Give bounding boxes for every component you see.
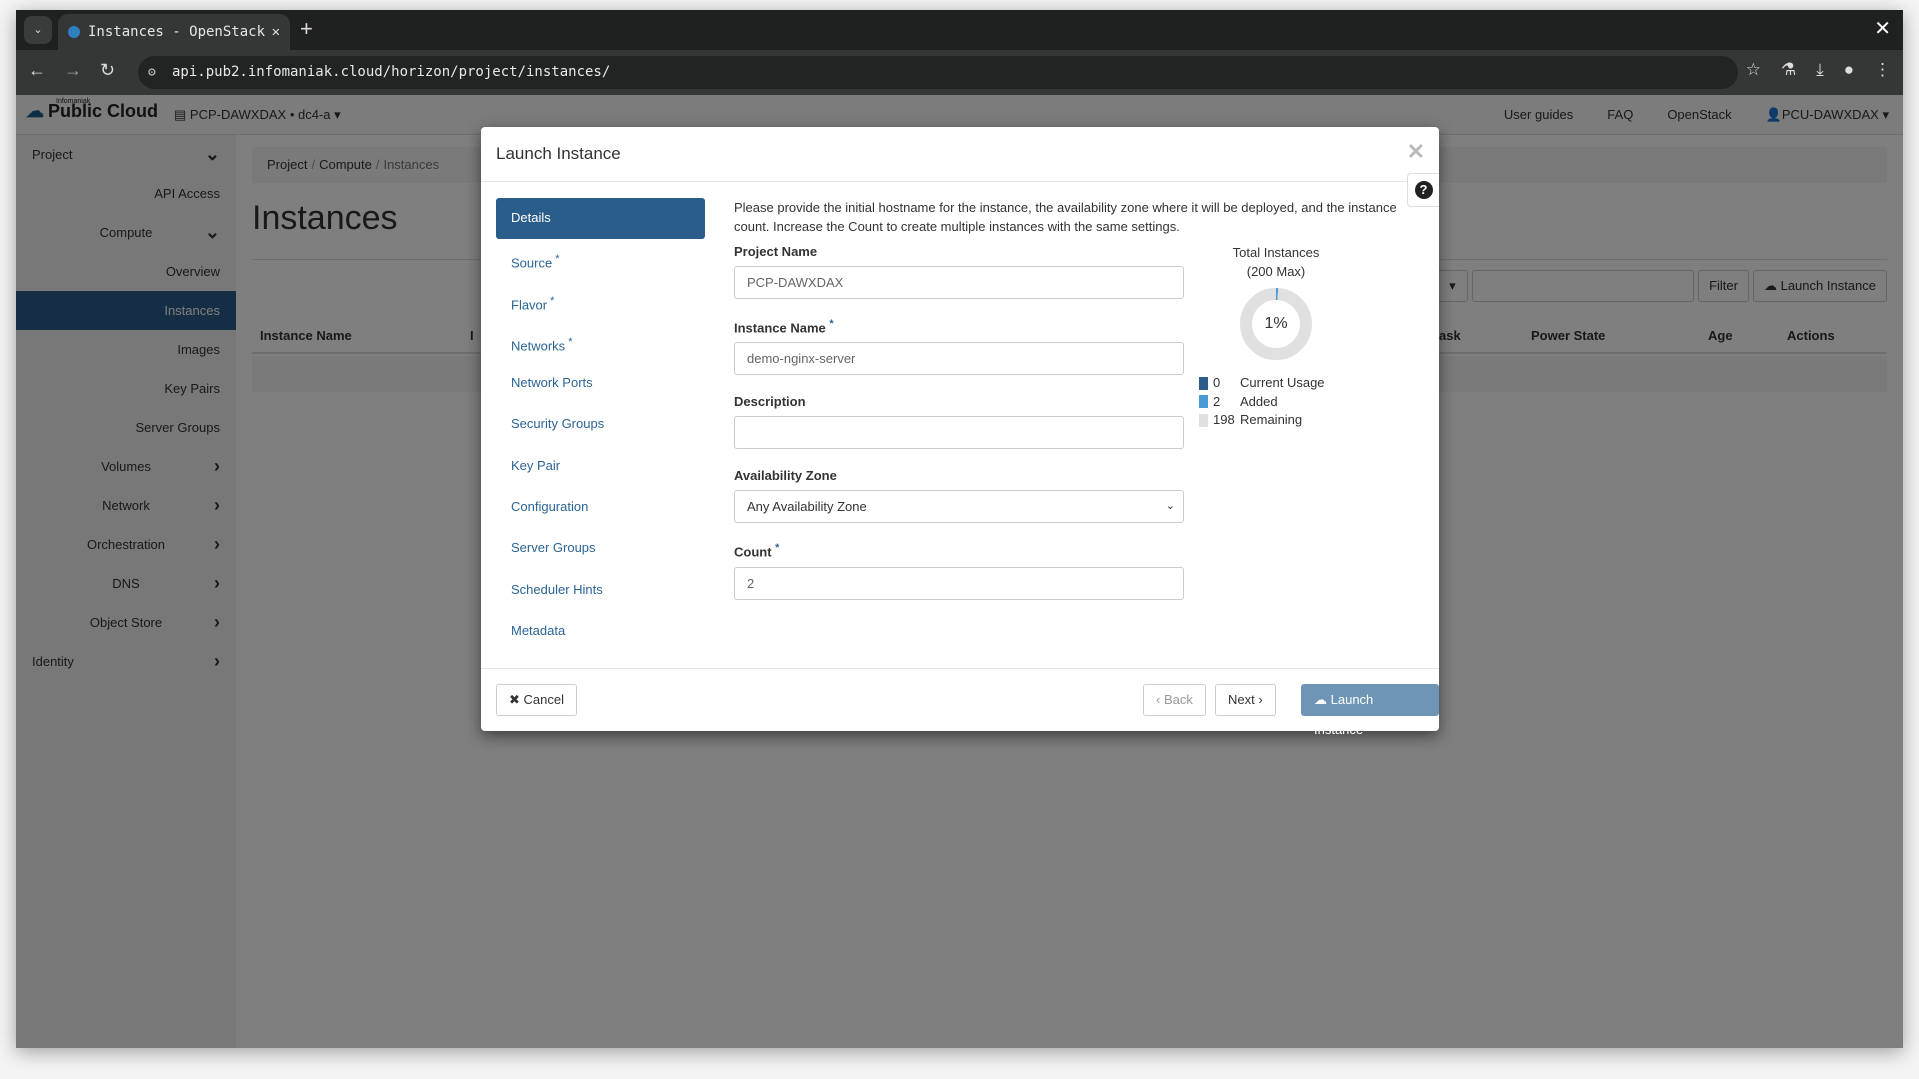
project-name-label: Project Name: [734, 244, 818, 259]
wizard-step-security-groups[interactable]: Security Groups: [496, 404, 705, 445]
quota-max: (200 Max): [1246, 264, 1306, 279]
required-icon: *: [565, 335, 573, 348]
close-window-button[interactable]: ✕: [1874, 16, 1891, 41]
project-name-field: PCP-DAWXDAX: [734, 266, 1184, 299]
availability-zone-label: Availability Zone: [734, 468, 837, 484]
quota-donut: 1%: [1240, 288, 1312, 360]
wizard-step-details[interactable]: Details: [496, 198, 705, 240]
wizard-step-networks[interactable]: Networks *: [496, 322, 705, 363]
back-icon[interactable]: ←: [28, 60, 46, 81]
count-input[interactable]: 2: [734, 566, 1184, 600]
step-label: Server Groups: [511, 540, 596, 556]
label-text: Instance Name: [734, 320, 826, 336]
step-label: Flavor: [511, 296, 548, 312]
step-label: Networks: [511, 338, 566, 354]
wizard-step-scheduler-hints[interactable]: Scheduler Hints: [496, 570, 705, 611]
next-button[interactable]: Next ›: [1215, 684, 1276, 716]
tab-search-button[interactable]: ⌄: [24, 16, 52, 44]
forward-icon[interactable]: →: [64, 60, 82, 81]
tab-title: Instances - OpenStack: [88, 24, 266, 40]
step-label: Key Pair: [511, 457, 561, 473]
favicon-icon: [68, 26, 80, 38]
close-tab-icon[interactable]: ✕: [272, 14, 280, 50]
url-text: api.pub2.infomaniak.cloud/horizon/projec…: [172, 64, 611, 80]
wizard-steps: Details Source * Flavor * Networks * Network…: [496, 198, 705, 652]
legend-label: Remaining: [1240, 412, 1303, 427]
address-bar-row: ← → ↻ ⚙ api.pub2.infomaniak.cloud/horizon…: [16, 50, 1903, 95]
step-label: Details: [511, 210, 551, 225]
star-icon[interactable]: ☆: [1746, 60, 1761, 80]
legend-label: Added: [1240, 393, 1278, 409]
modal-footer: ✖ Cancel ‹ Back Next › ☁ Launch Instance: [481, 668, 1439, 737]
count-label: Count *: [734, 542, 1184, 559]
legend-value: 0: [1213, 375, 1221, 390]
browser-window: ⌄ Instances - OpenStack ✕ + ✕ ← → ↻ ⚙ api.…: [16, 10, 1903, 1048]
description-label: Description: [734, 394, 806, 410]
quota-chart: Total Instances (200 Max) 1% 0 Current Us…: [1199, 245, 1351, 430]
legend-value: 2: [1213, 393, 1221, 409]
required-icon: *: [775, 542, 780, 555]
wizard-step-network-ports[interactable]: Network Ports: [496, 363, 705, 404]
quota-title: Total Instances: [1232, 245, 1320, 260]
modal-title: Launch Instance: [481, 127, 1439, 182]
quota-percent: 1%: [1264, 315, 1288, 332]
chevron-down-icon: ⌄: [1165, 500, 1175, 513]
legend-label: Current Usage: [1240, 375, 1325, 390]
labs-icon[interactable]: ⚗: [1781, 60, 1796, 80]
wizard-step-key-pair[interactable]: Key Pair: [496, 446, 705, 487]
launch-label: Launch Instance: [1314, 692, 1374, 737]
quota-legend: 0 Current Usage 2 Added 198 Remaining: [1199, 374, 1351, 430]
cancel-button[interactable]: ✖ Cancel: [496, 684, 577, 716]
step-label: Scheduler Hints: [511, 581, 603, 597]
step-label: Source: [511, 255, 553, 271]
legend-current: 0 Current Usage: [1199, 374, 1351, 393]
availability-zone-select[interactable]: Any Availability Zone ⌄: [734, 490, 1184, 524]
wizard-step-configuration[interactable]: Configuration: [496, 487, 705, 528]
reload-icon[interactable]: ↻: [100, 60, 115, 81]
wizard-step-metadata[interactable]: Metadata: [496, 611, 705, 652]
url-input[interactable]: ⚙ api.pub2.infomaniak.cloud/horizon/proje…: [138, 56, 1738, 89]
next-label: Next: [1228, 692, 1255, 707]
description-input[interactable]: [734, 416, 1184, 450]
question-icon: ?: [1414, 181, 1433, 199]
legend-swatch: [1199, 376, 1208, 390]
close-icon[interactable]: ✕: [1407, 139, 1425, 165]
back-label: Back: [1163, 692, 1193, 707]
legend-swatch: [1199, 413, 1208, 427]
details-form: Please provide the initial hostname for …: [734, 198, 1397, 619]
legend-added: 2 Added: [1199, 393, 1351, 412]
legend-remaining: 198 Remaining: [1199, 411, 1351, 430]
step-label: Network Ports: [511, 375, 593, 391]
legend-value: 198: [1213, 412, 1235, 427]
instance-name-input[interactable]: demo-nginx-server: [734, 342, 1184, 376]
step-label: Configuration: [511, 499, 589, 515]
wizard-step-server-groups[interactable]: Server Groups: [496, 528, 705, 569]
required-icon: *: [547, 294, 555, 307]
browser-tab[interactable]: Instances - OpenStack ✕: [58, 14, 290, 50]
profile-icon[interactable]: ●: [1844, 60, 1854, 80]
instance-name-label: Instance Name *: [734, 318, 1184, 335]
step-label: Metadata: [511, 622, 566, 638]
site-info-icon[interactable]: ⚙: [148, 56, 156, 89]
label-text: Count: [734, 544, 772, 560]
tab-bar: ⌄ Instances - OpenStack ✕ + ✕: [16, 10, 1903, 50]
wizard-step-flavor[interactable]: Flavor *: [496, 281, 705, 322]
wizard-step-source[interactable]: Source *: [496, 239, 705, 280]
required-icon: *: [829, 318, 834, 330]
launch-instance-modal: Launch Instance ✕ ? Details Source * Flavo…: [481, 127, 1439, 737]
cancel-label: Cancel: [523, 692, 564, 707]
step-label: Security Groups: [511, 416, 605, 432]
launch-instance-submit-button[interactable]: ☁ Launch Instance: [1301, 684, 1439, 737]
menu-icon[interactable]: ⋮: [1874, 60, 1891, 80]
intro-text: Please provide the initial hostname for …: [734, 200, 1397, 234]
back-button[interactable]: ‹ Back: [1143, 684, 1206, 716]
required-icon: *: [552, 253, 560, 266]
new-tab-button[interactable]: +: [300, 16, 313, 42]
select-value: Any Availability Zone: [747, 499, 867, 515]
download-icon[interactable]: ⤓: [1816, 60, 1824, 80]
legend-swatch: [1199, 395, 1208, 409]
